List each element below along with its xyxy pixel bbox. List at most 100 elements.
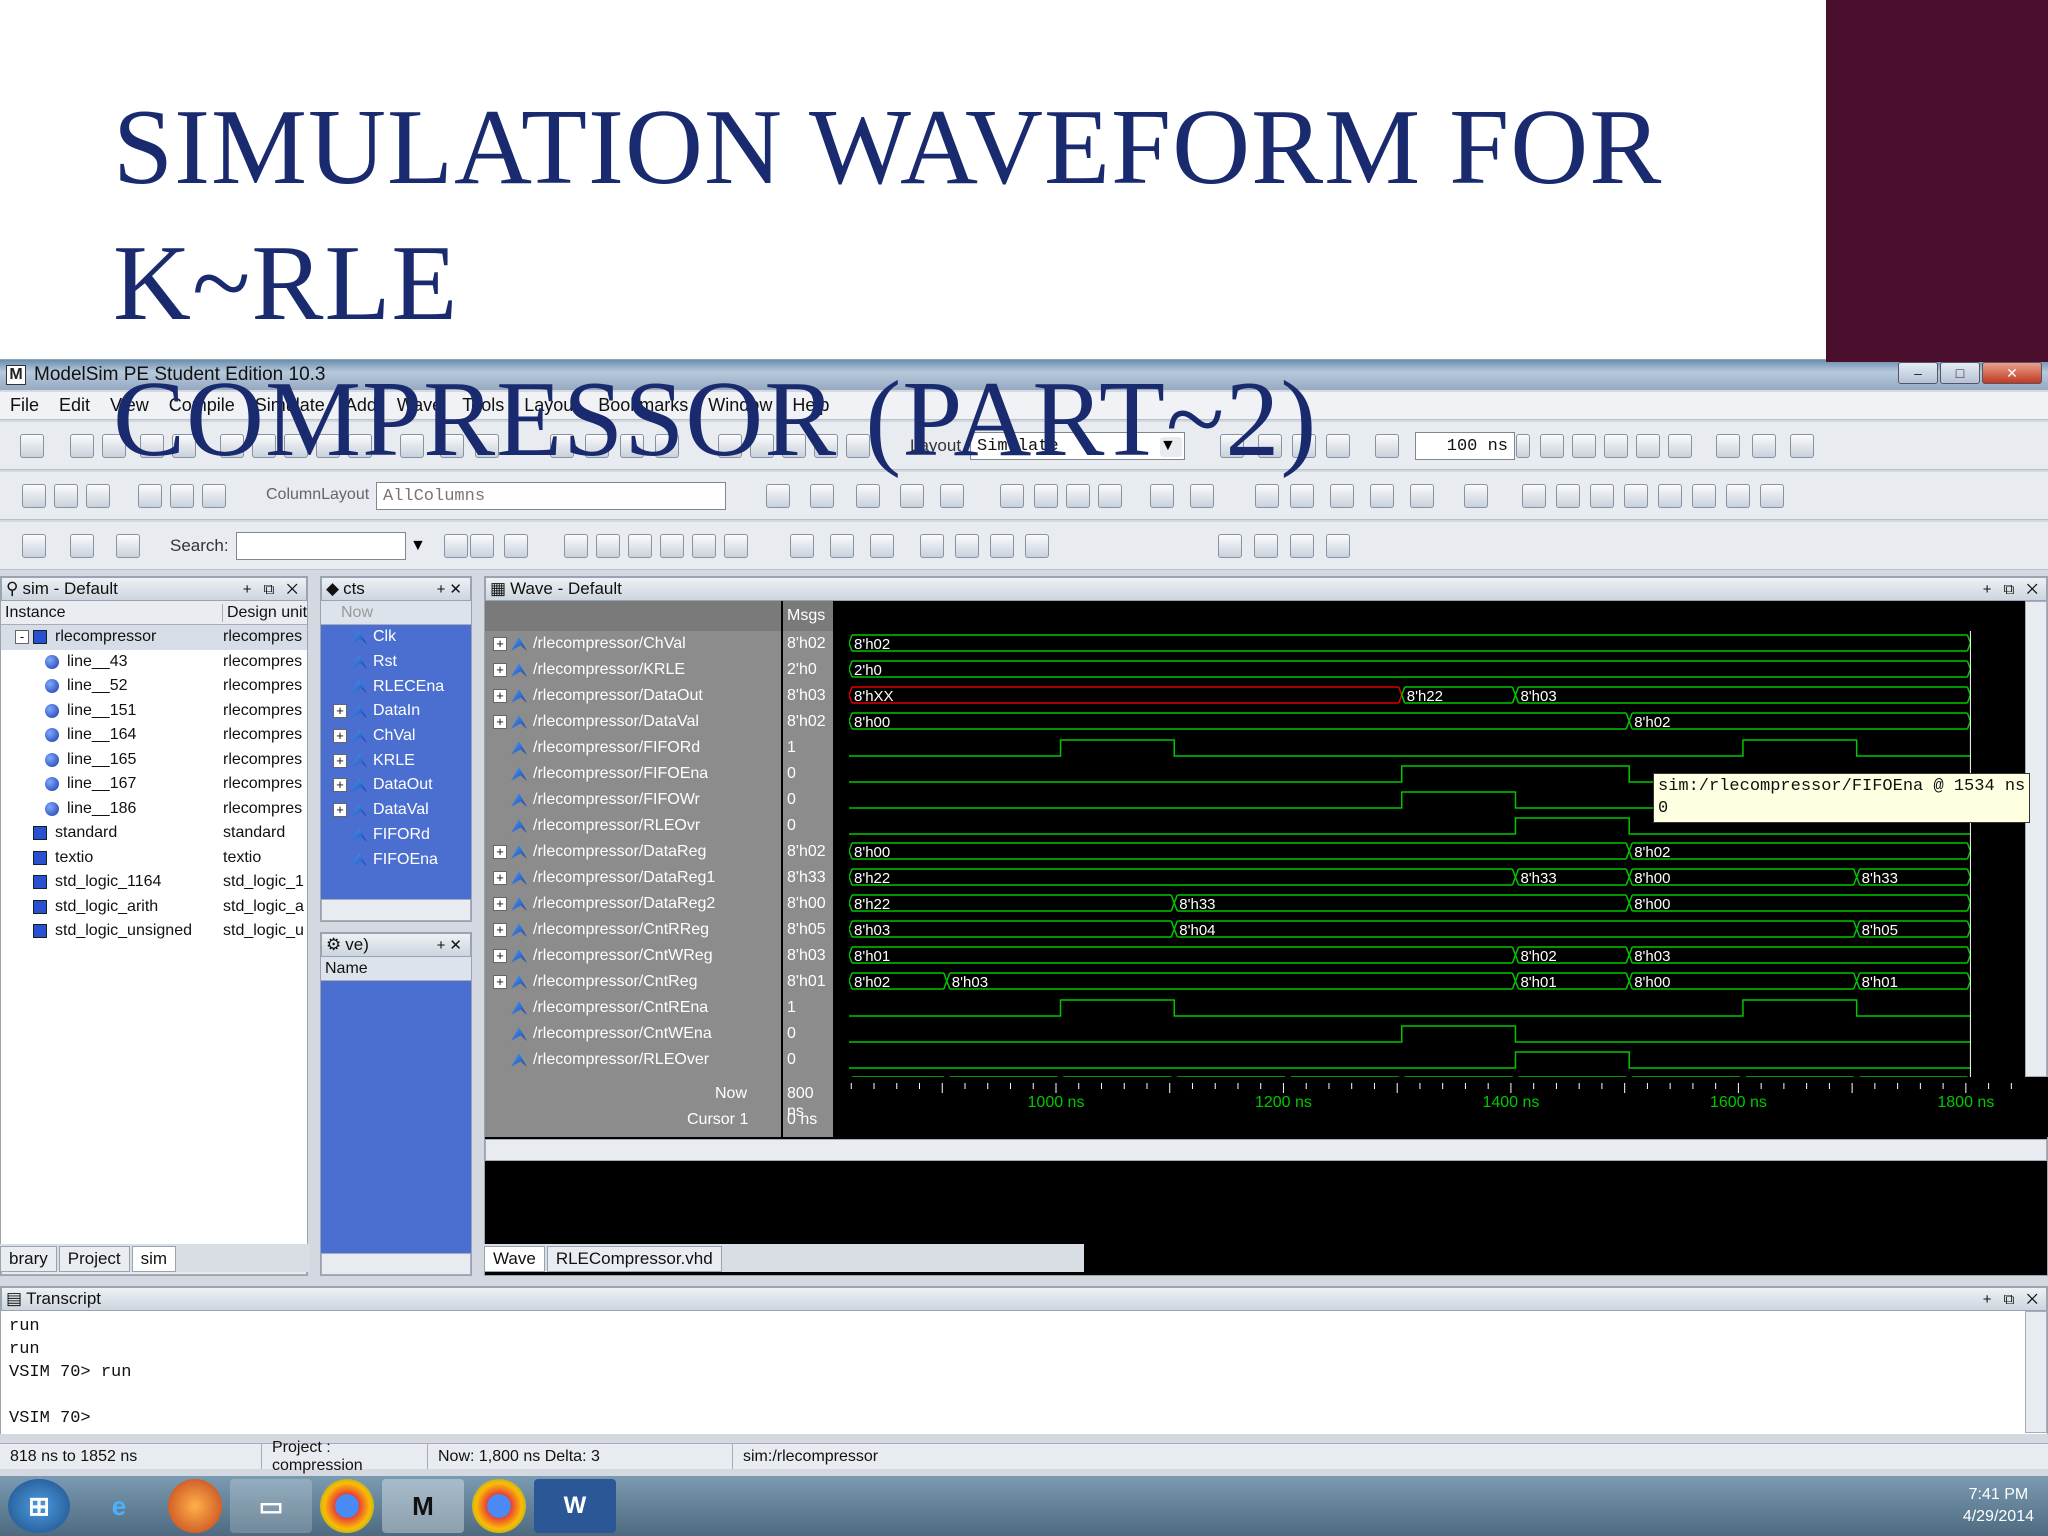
wave-signal-row[interactable]: + /rlecompressor/CntReg	[485, 969, 781, 995]
timeline-ruler[interactable]: 1000 ns 1200 ns 1400 ns 1600 ns 1800 ns	[849, 1077, 2025, 1137]
search-next-icon[interactable]	[470, 534, 494, 558]
goto-icon[interactable]	[22, 534, 46, 558]
clock[interactable]: 7:41 PM 4/29/2014	[1963, 1484, 2034, 1528]
firefox-icon[interactable]	[168, 1479, 222, 1533]
step-out-icon[interactable]	[86, 484, 110, 508]
wave-signal-row[interactable]: /rlecompressor/FIFOEna	[485, 761, 781, 787]
tab-wave[interactable]: Wave	[484, 1246, 545, 1272]
waveform-canvas[interactable]: 8'h02 2'h0 8'hXX 8'h22 8'h03 8'h00 8'h02 8'h00 8…	[849, 601, 2025, 1077]
instance-column-header[interactable]: Instance	[1, 603, 223, 622]
wave-signal-row[interactable]: /rlecompressor/CntWEna	[485, 1021, 781, 1047]
design-unit-column-header[interactable]: Design unit	[223, 604, 307, 622]
sim-tree-row[interactable]: line__186 rlecompres	[1, 797, 307, 822]
object-row[interactable]: + DataOut	[333, 773, 471, 798]
object-row[interactable]: RLECEna	[333, 674, 471, 699]
first-edge-icon[interactable]	[990, 534, 1014, 558]
start-button-icon[interactable]: ⊞	[8, 1479, 70, 1533]
gear-2-icon[interactable]	[1254, 534, 1278, 558]
wave-signal-row[interactable]: + /rlecompressor/ChVal	[485, 631, 781, 657]
lock-cursor-icon[interactable]	[870, 534, 894, 558]
file-explorer-icon[interactable]: ▭	[230, 1479, 312, 1533]
object-row[interactable]: FIFOEna	[333, 847, 471, 872]
wave-signal-row[interactable]: + /rlecompressor/DataVal	[485, 709, 781, 735]
sim-tree-row[interactable]: std_logic_arith std_logic_a	[1, 895, 307, 920]
word-icon[interactable]: W	[534, 1479, 616, 1533]
delete-cursor-icon[interactable]	[830, 534, 854, 558]
processes-hscrollbar[interactable]	[321, 1253, 471, 1275]
gear-4-icon[interactable]	[1326, 534, 1350, 558]
processes-pane-controls[interactable]: +✕	[437, 936, 466, 954]
sim-tree-row[interactable]: line__167 rlecompres	[1, 772, 307, 797]
modelsim-taskbar-icon[interactable]: M	[382, 1479, 464, 1533]
expand-icon[interactable]: +	[493, 663, 507, 677]
sim-tree-row[interactable]: std_logic_unsigned std_logic_u	[1, 919, 307, 944]
wave-signal-row[interactable]: + /rlecompressor/DataReg2	[485, 891, 781, 917]
pane-controls[interactable]: + ⧉ ✕	[243, 581, 302, 598]
wave-signal-row[interactable]: + /rlecompressor/DataReg	[485, 839, 781, 865]
wave-signal-row[interactable]: + /rlecompressor/CntWReg	[485, 943, 781, 969]
step-into-icon[interactable]	[22, 484, 46, 508]
expand-icon[interactable]: +	[493, 923, 507, 937]
zoom-full-icon[interactable]	[628, 534, 652, 558]
last-edge-icon[interactable]	[1025, 534, 1049, 558]
menu-file[interactable]: File	[10, 395, 39, 416]
tab-project[interactable]: Project	[58, 1246, 130, 1272]
wave-vscrollbar[interactable]	[2025, 601, 2047, 1077]
tab-rlecompressor-vhd[interactable]: RLECompressor.vhd	[546, 1246, 722, 1272]
wave-signal-row[interactable]: /rlecompressor/RLEOvr	[485, 813, 781, 839]
now-column-header[interactable]: Now	[321, 604, 373, 622]
object-row[interactable]: + DataIn	[333, 699, 471, 724]
objects-pane-controls[interactable]: +✕	[437, 580, 466, 598]
collapse-icon[interactable]: -	[15, 630, 29, 645]
expand-icon[interactable]: +	[493, 845, 507, 859]
transcript-body[interactable]: run run VSIM 70> run VSIM 70>	[1, 1311, 2047, 1434]
sim-tree-row[interactable]: line__151 rlecompres	[1, 699, 307, 724]
sim-tree-row[interactable]: line__43 rlecompres	[1, 650, 307, 675]
object-row[interactable]: + ChVal	[333, 724, 471, 749]
wave-signal-row[interactable]: /rlecompressor/FIFOWr	[485, 787, 781, 813]
step-over-2-icon[interactable]	[54, 484, 78, 508]
wave-hscrollbar[interactable]	[485, 1139, 2047, 1161]
object-row[interactable]: Rst	[333, 650, 471, 675]
gear-1-icon[interactable]	[1218, 534, 1242, 558]
transcript-vscrollbar[interactable]	[2025, 1311, 2047, 1433]
maximize-button[interactable]: □	[1940, 362, 1980, 384]
wave-signal-row[interactable]: /rlecompressor/FIFORd	[485, 735, 781, 761]
expand-icon[interactable]: +	[493, 637, 507, 651]
gear-3-icon[interactable]	[1290, 534, 1314, 558]
wave-pane-controls[interactable]: + ⧉ ✕	[1983, 581, 2042, 598]
expand-icon[interactable]: +	[493, 949, 507, 963]
expand-icon[interactable]: +	[493, 689, 507, 703]
close-button[interactable]: ✕	[1982, 362, 2042, 384]
chrome-icon[interactable]	[320, 1479, 374, 1533]
goto-2-icon[interactable]	[70, 534, 94, 558]
expand-icon[interactable]: +	[333, 704, 347, 719]
wave-signal-row[interactable]: /rlecompressor/CntREna	[485, 995, 781, 1021]
next-edge-icon[interactable]	[955, 534, 979, 558]
sim-tree-row[interactable]: - rlecompressor rlecompres	[1, 625, 307, 650]
expand-icon[interactable]: +	[493, 715, 507, 729]
expand-icon[interactable]: +	[493, 897, 507, 911]
zoom-in-icon[interactable]	[564, 534, 588, 558]
wave-signal-row[interactable]: + /rlecompressor/DataOut	[485, 683, 781, 709]
chrome-2-icon[interactable]	[472, 1479, 526, 1533]
wave-signal-row[interactable]: + /rlecompressor/CntRReg	[485, 917, 781, 943]
sim-tree-row[interactable]: line__52 rlecompres	[1, 674, 307, 699]
expand-icon[interactable]: +	[493, 975, 507, 989]
object-row[interactable]: + KRLE	[333, 748, 471, 773]
goto-3-icon[interactable]	[116, 534, 140, 558]
open-folder-icon[interactable]	[70, 434, 94, 458]
zoom-out-icon[interactable]	[596, 534, 620, 558]
search-dropdown-chevron-icon[interactable]: ▼	[410, 537, 432, 557]
insert-cursor-icon[interactable]	[790, 534, 814, 558]
previous-edge-icon[interactable]	[920, 534, 944, 558]
expand-icon[interactable]: +	[333, 778, 347, 793]
tab-sim[interactable]: sim	[131, 1246, 177, 1272]
zoom-range-icon[interactable]	[692, 534, 716, 558]
sim-tree-row[interactable]: line__165 rlecompres	[1, 748, 307, 773]
new-file-icon[interactable]	[20, 434, 44, 458]
object-row[interactable]: FIFORd	[333, 823, 471, 848]
internet-explorer-icon[interactable]: e	[78, 1479, 160, 1533]
search-icon[interactable]	[444, 534, 468, 558]
sim-tree-row[interactable]: textio textio	[1, 846, 307, 871]
